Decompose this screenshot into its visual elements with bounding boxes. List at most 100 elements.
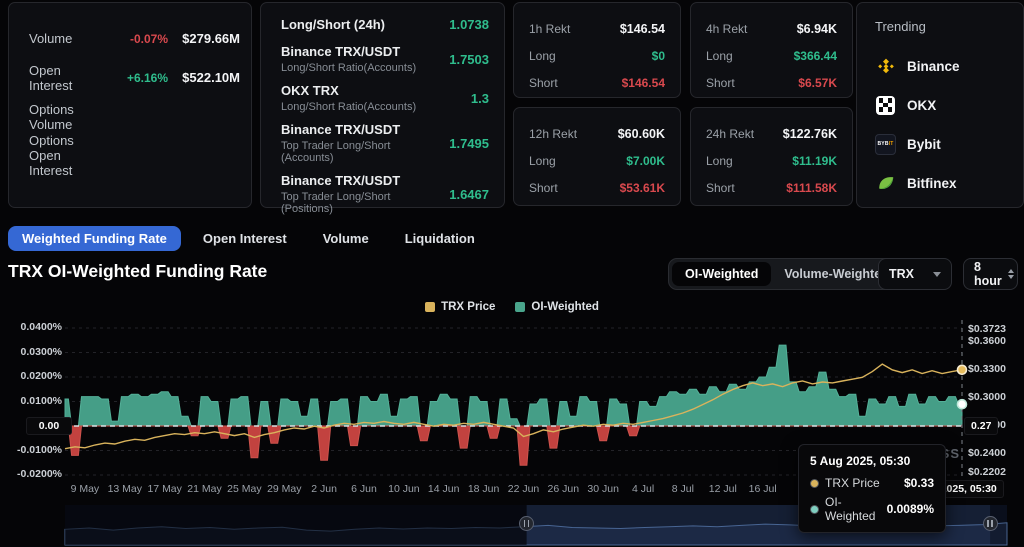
ls-title: Binance TRX/USDT (281, 122, 443, 137)
axis-tick-label: 12 Jul (709, 483, 737, 495)
axis-tick-label: $0.3000 (968, 391, 1006, 403)
chart-tabs: Weighted Funding Rate Open Interest Volu… (8, 225, 511, 251)
ls-subtitle: Long/Short Ratio(Accounts) (281, 101, 465, 113)
axis-tick-label: 13 May (108, 483, 142, 495)
axis-tick-label: 21 May (187, 483, 221, 495)
axis-tick-label: -0.0200% (0, 468, 62, 480)
axis-tick-label: 0.0400% (0, 321, 62, 333)
tooltip-row: TRX Price $0.33 (810, 476, 934, 490)
rekt-title: 4h Rekt (706, 22, 797, 36)
segment-oi-weighted[interactable]: OI-Weighted (672, 262, 771, 286)
stat-row-open-interest: Open Interest +6.16% $522.10M (29, 58, 240, 97)
axis-tick-label: 8 Jul (672, 483, 694, 495)
stat-label: Options Open Interest (29, 133, 106, 178)
trending-name: Binance (907, 59, 960, 74)
stat-value: $279.66M (168, 31, 240, 46)
trending-item-bybit[interactable]: BYBIT Bybit (875, 129, 1023, 159)
stat-change: -0.07% (106, 32, 168, 46)
axis-tick-label: $0.3600 (968, 335, 1006, 347)
axis-tick-label: -0.0100% (0, 444, 62, 456)
axis-tick-label: $0.2400 (968, 447, 1006, 459)
stat-change: +6.16% (106, 71, 168, 85)
stat-label: Options Volume (29, 102, 106, 132)
tab-liquidation[interactable]: Liquidation (405, 226, 475, 251)
long-short-panel: Long/Short (24h) 1.0738 Binance TRX/USDT… (260, 2, 505, 208)
ls-subtitle: Top Trader Long/Short (Accounts) (281, 140, 443, 164)
rekt-short-value: $111.58K (786, 181, 837, 195)
ls-value: 1.3 (471, 91, 489, 106)
rekt-long-label: Long (529, 49, 652, 63)
axis-tick-label: 29 May (267, 483, 301, 495)
tooltip-label: TRX Price (825, 476, 880, 490)
rekt-short-label: Short (529, 181, 620, 195)
rekt-cards-grid: 1h Rekt$146.54 Long$0 Short$146.54 4h Re… (513, 2, 853, 208)
oi-weighted-dot-icon (810, 505, 819, 514)
rekt-long-label: Long (529, 154, 626, 168)
navigator-left-handle-icon[interactable] (519, 516, 534, 531)
rekt-card-12h: 12h Rekt$60.60K Long$7.00K Short$53.61K (513, 107, 681, 206)
rekt-card-24h: 24h Rekt$122.76K Long$11.19K Short$111.5… (690, 107, 853, 206)
funding-rate-chart[interactable]: 0.0400%0.0300%0.0200%0.0100%-0.0100%-0.0… (0, 300, 1024, 505)
axis-tick-label: 2 Jun (311, 483, 337, 495)
ls-row: OKX TRX Long/Short Ratio(Accounts) 1.3 (281, 83, 489, 113)
navigator-right-handle-icon[interactable] (983, 516, 998, 531)
axis-tick-label: $0.3300 (968, 363, 1006, 375)
rekt-short-label: Short (706, 76, 798, 90)
symbol-select-value: TRX (889, 267, 914, 281)
rekt-total: $60.60K (618, 127, 665, 141)
stat-label: Volume (29, 31, 106, 46)
trending-item-bitfinex[interactable]: Bitfinex (875, 168, 1023, 198)
axis-tick-label: $0.2202 (968, 466, 1006, 478)
trx-price-dot-icon (810, 479, 819, 488)
crosshair-price-chip: 0.27 (964, 417, 998, 435)
ls-title: Long/Short (24h) (281, 17, 443, 32)
axis-tick-label: $0.3723 (968, 323, 1006, 335)
rekt-card-4h: 4h Rekt$6.94K Long$366.44 Short$6.57K (690, 2, 853, 98)
rekt-title: 24h Rekt (706, 127, 783, 141)
bitfinex-leaf-icon (875, 173, 896, 194)
ls-row: Binance TRX/USDT Top Trader Long/Short (… (281, 122, 489, 164)
axis-tick-label: 10 Jun (388, 483, 420, 495)
binance-icon (875, 56, 896, 77)
tab-volume[interactable]: Volume (323, 226, 369, 251)
axis-tick-label: 0.0200% (0, 370, 62, 382)
axis-tick-label: 25 May (227, 483, 261, 495)
rekt-card-1h: 1h Rekt$146.54 Long$0 Short$146.54 (513, 2, 681, 98)
page-title: TRX OI-Weighted Funding Rate (8, 261, 267, 282)
rekt-title: 1h Rekt (529, 22, 620, 36)
tooltip-value: 0.0089% (887, 502, 934, 516)
rekt-short-label: Short (706, 181, 786, 195)
bybit-icon: BYBIT (875, 134, 896, 155)
okx-icon (875, 95, 896, 116)
axis-tick-label: 18 Jun (468, 483, 500, 495)
axis-tick-label: 9 May (71, 483, 100, 495)
symbol-select[interactable]: TRX (878, 258, 952, 290)
tooltip-date: 5 Aug 2025, 05:30 (810, 454, 934, 468)
ls-value: 1.7495 (449, 136, 489, 151)
axis-tick-label: 14 Jun (428, 483, 460, 495)
ls-row: Binance TRX/USDT Long/Short Ratio(Accoun… (281, 44, 489, 74)
rekt-short-label: Short (529, 76, 622, 90)
interval-select[interactable]: 8 hour (963, 258, 1018, 290)
ls-subtitle: Long/Short Ratio(Accounts) (281, 62, 443, 74)
axis-tick-label: 6 Jun (351, 483, 377, 495)
ls-subtitle: Top Trader Long/Short (Positions) (281, 191, 443, 215)
ls-value: 1.6467 (449, 187, 489, 202)
tab-weighted-funding-rate[interactable]: Weighted Funding Rate (8, 226, 181, 251)
tooltip-row: OI-Weighted 0.0089% (810, 495, 934, 523)
trending-panel: Trending Binance OKX BYBIT (856, 2, 1024, 208)
trending-item-okx[interactable]: OKX (875, 90, 1023, 120)
stat-value: $522.10M (168, 70, 240, 85)
trending-name: OKX (907, 98, 936, 113)
axis-tick-label: 22 Jun (508, 483, 540, 495)
stat-row-options-volume: Options Volume (29, 97, 240, 136)
rekt-total: $6.94K (797, 22, 837, 36)
trending-name: Bitfinex (907, 176, 957, 191)
trending-title: Trending (875, 19, 1023, 34)
rekt-long-value: $7.00K (626, 154, 665, 168)
ls-row: Binance TRX/USDT Top Trader Long/Short (… (281, 173, 489, 215)
ls-title: Binance TRX/USDT (281, 173, 443, 188)
axis-tick-label: 0.0100% (0, 395, 62, 407)
tab-open-interest[interactable]: Open Interest (203, 226, 287, 251)
trending-item-binance[interactable]: Binance (875, 51, 1023, 81)
